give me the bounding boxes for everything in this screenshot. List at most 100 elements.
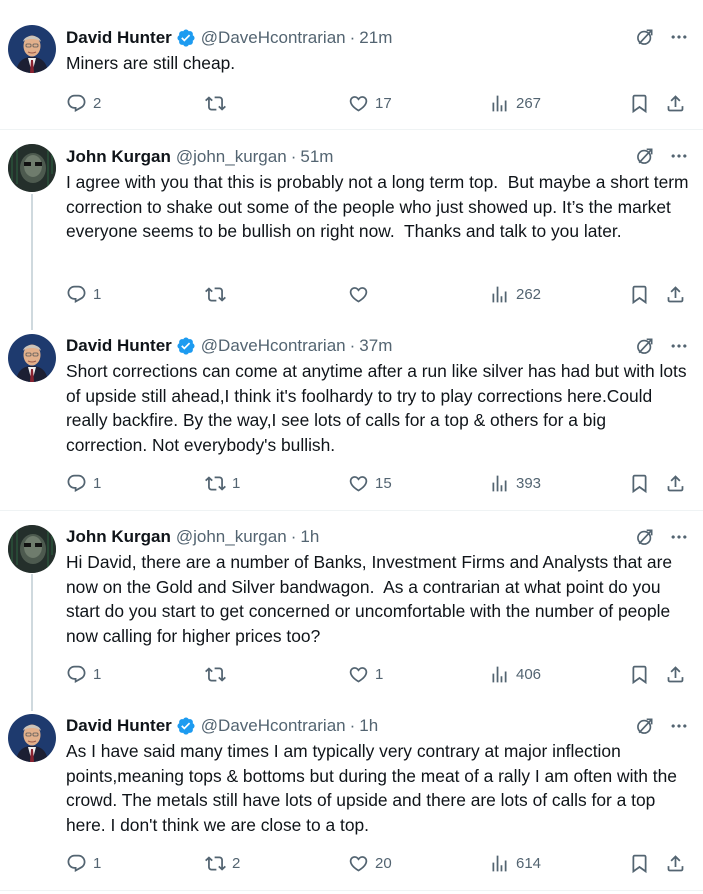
- views-button[interactable]: 406: [489, 663, 541, 685]
- reply-count: 2: [93, 94, 102, 112]
- like-button[interactable]: [348, 283, 375, 305]
- repost-count: 1: [232, 474, 241, 492]
- more-icon[interactable]: [669, 146, 689, 166]
- repost-count: 2: [232, 854, 241, 872]
- views-count: 393: [516, 474, 542, 492]
- reply-button[interactable]: 1: [66, 283, 101, 305]
- share-button[interactable]: [665, 283, 686, 305]
- grok-icon[interactable]: [635, 336, 655, 356]
- bookmark-button[interactable]: [629, 663, 650, 685]
- like-icon: [348, 93, 369, 114]
- separator: ·: [349, 336, 356, 355]
- like-button[interactable]: 15: [348, 472, 392, 494]
- share-icon: [665, 93, 686, 114]
- repost-icon: [205, 664, 226, 685]
- reply-count: 1: [93, 854, 102, 872]
- like-button[interactable]: 17: [348, 92, 392, 114]
- author-handle[interactable]: @john_kurgan: [176, 147, 287, 167]
- bookmark-icon: [629, 284, 650, 305]
- views-button[interactable]: 267: [489, 92, 541, 114]
- avatar[interactable]: [8, 714, 56, 762]
- grok-icon[interactable]: [635, 27, 655, 47]
- reply-count: 1: [93, 285, 102, 303]
- bookmark-button[interactable]: [629, 472, 650, 494]
- bookmark-button[interactable]: [629, 852, 650, 874]
- tweet-5[interactable]: David Hunter @DaveHcontrarian · 1h As I …: [0, 714, 703, 884]
- grok-icon[interactable]: [635, 527, 655, 547]
- repost-button[interactable]: 2: [205, 852, 240, 874]
- tweet-actions: 1 1 406: [66, 663, 690, 685]
- share-button[interactable]: [665, 472, 686, 494]
- reply-icon: [66, 853, 87, 874]
- author-name[interactable]: David Hunter: [66, 716, 172, 736]
- like-button[interactable]: 1: [348, 663, 383, 685]
- avatar[interactable]: [8, 334, 56, 382]
- author-handle[interactable]: @DaveHcontrarian: [201, 336, 346, 356]
- tweet-2[interactable]: John Kurgan @john_kurgan · 51m I agree w…: [0, 144, 703, 324]
- reply-icon: [66, 664, 87, 685]
- author-name[interactable]: David Hunter: [66, 28, 172, 48]
- views-count: 406: [516, 665, 542, 683]
- reply-icon: [66, 93, 87, 114]
- share-icon: [665, 473, 686, 494]
- tweet-header: John Kurgan @john_kurgan · 1h: [66, 525, 319, 549]
- views-icon: [489, 664, 510, 685]
- repost-button[interactable]: 1: [205, 472, 240, 494]
- tweet-actions: 1 1 15 393: [66, 472, 690, 494]
- more-icon[interactable]: [669, 27, 689, 47]
- tweet-3[interactable]: David Hunter @DaveHcontrarian · 37m Shor…: [0, 334, 703, 504]
- reply-count: 1: [93, 665, 102, 683]
- like-icon: [348, 664, 369, 685]
- share-icon: [665, 284, 686, 305]
- author-name[interactable]: John Kurgan: [66, 527, 171, 547]
- views-button[interactable]: 393: [489, 472, 541, 494]
- more-icon[interactable]: [669, 527, 689, 547]
- timestamp[interactable]: 37m: [359, 336, 392, 356]
- author-handle[interactable]: @DaveHcontrarian: [201, 28, 346, 48]
- more-icon[interactable]: [669, 336, 689, 356]
- bookmark-icon: [629, 853, 650, 874]
- grok-icon[interactable]: [635, 146, 655, 166]
- share-button[interactable]: [665, 663, 686, 685]
- avatar[interactable]: [8, 525, 56, 573]
- views-button[interactable]: 262: [489, 283, 541, 305]
- avatar[interactable]: [8, 144, 56, 192]
- verified-badge-icon: [176, 716, 196, 736]
- tweet-top-icons: [635, 146, 689, 166]
- tweet-1[interactable]: David Hunter @DaveHcontrarian · 21m Mine…: [0, 25, 703, 135]
- reply-button[interactable]: 1: [66, 852, 101, 874]
- reply-button[interactable]: 1: [66, 472, 101, 494]
- reply-button[interactable]: 1: [66, 663, 101, 685]
- timestamp[interactable]: 1h: [300, 527, 319, 547]
- share-button[interactable]: [665, 92, 686, 114]
- author-name[interactable]: John Kurgan: [66, 147, 171, 167]
- reply-button[interactable]: 2: [66, 92, 101, 114]
- timestamp[interactable]: 1h: [359, 716, 378, 736]
- timestamp[interactable]: 21m: [359, 28, 392, 48]
- bookmark-button[interactable]: [629, 92, 650, 114]
- author-handle[interactable]: @DaveHcontrarian: [201, 716, 346, 736]
- tweet-header: David Hunter @DaveHcontrarian · 1h: [66, 714, 378, 738]
- avatar[interactable]: [8, 25, 56, 73]
- repost-button[interactable]: [205, 663, 232, 685]
- views-icon: [489, 284, 510, 305]
- verified-badge-icon: [176, 28, 196, 48]
- separator: ·: [290, 147, 297, 166]
- timestamp[interactable]: 51m: [300, 147, 333, 167]
- more-icon[interactable]: [669, 716, 689, 736]
- author-name[interactable]: David Hunter: [66, 336, 172, 356]
- tweet-text: As I have said many times I am typically…: [66, 741, 682, 835]
- repost-button[interactable]: [205, 92, 232, 114]
- repost-button[interactable]: [205, 283, 232, 305]
- author-handle[interactable]: @john_kurgan: [176, 527, 287, 547]
- tweet-4[interactable]: John Kurgan @john_kurgan · 1h Hi David, …: [0, 525, 703, 705]
- like-button[interactable]: 20: [348, 852, 392, 874]
- share-button[interactable]: [665, 852, 686, 874]
- bookmark-button[interactable]: [629, 283, 650, 305]
- like-icon: [348, 853, 369, 874]
- grok-icon[interactable]: [635, 716, 655, 736]
- tweet-text: I agree with you that this is probably n…: [66, 172, 694, 241]
- views-button[interactable]: 614: [489, 852, 541, 874]
- tweet-header: John Kurgan @john_kurgan · 51m: [66, 145, 333, 169]
- repost-icon: [205, 284, 226, 305]
